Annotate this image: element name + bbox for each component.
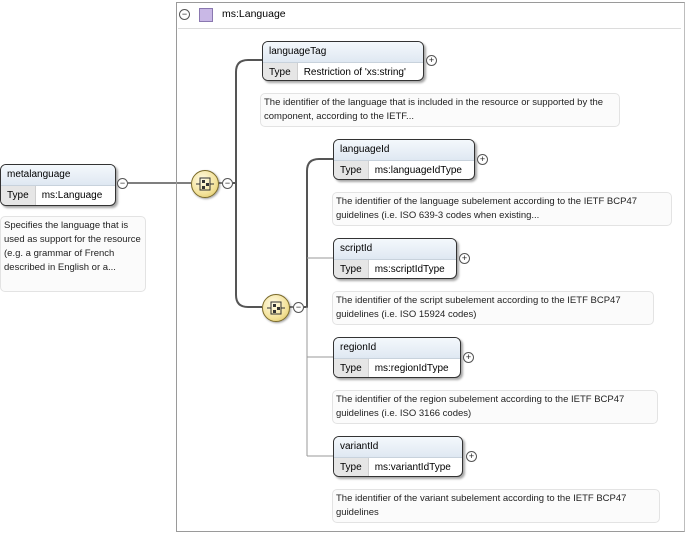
expand-regionId-plus-icon[interactable]: +: [463, 352, 474, 363]
collapse-root-minus-icon[interactable]: −: [117, 178, 128, 189]
type-value: ms:variantIdType: [374, 462, 451, 473]
expand-variantId-plus-icon[interactable]: +: [466, 451, 477, 462]
regionId-documentation: The identifier of the region subelement …: [332, 390, 658, 424]
element-name: languageId: [334, 140, 474, 161]
collapse-sequence-minus-icon[interactable]: −: [222, 178, 233, 189]
type-key: Type: [263, 63, 298, 80]
element-name: languageTag: [263, 42, 423, 63]
complex-type-label: ms:Language: [222, 8, 286, 20]
type-value: ms:scriptIdType: [374, 264, 445, 275]
element-languageTag[interactable]: languageTag Type Restriction of 'xs:stri…: [262, 41, 424, 81]
element-variantId[interactable]: variantId Type ms:variantIdType: [333, 436, 463, 477]
type-value: ms:regionIdType: [374, 363, 449, 374]
type-key: Type: [334, 359, 369, 377]
type-key: Type: [334, 161, 369, 179]
scriptId-documentation: The identifier of the script subelement …: [332, 291, 654, 325]
type-value: ms:languageIdType: [374, 165, 462, 176]
root-element-metalanguage[interactable]: metalanguage Type ms:Language: [0, 164, 116, 206]
variantId-documentation: The identifier of the variant subelement…: [332, 489, 660, 523]
element-scriptId[interactable]: scriptId Type ms:scriptIdType: [333, 238, 457, 279]
languageId-documentation: The identifier of the language subelemen…: [332, 192, 672, 226]
type-key: Type: [334, 458, 369, 476]
type-value: ms:Language: [41, 190, 103, 201]
type-key: Type: [1, 186, 36, 205]
type-value: Restriction of 'xs:string': [303, 67, 406, 78]
element-name: scriptId: [334, 239, 456, 260]
element-regionId[interactable]: regionId Type ms:regionIdType: [333, 337, 461, 378]
expand-languageTag-plus-icon[interactable]: +: [426, 55, 437, 66]
collapse-type-minus-icon[interactable]: −: [179, 9, 190, 20]
collapse-inner-sequence-minus-icon[interactable]: −: [293, 302, 304, 313]
sequence-compositor-icon[interactable]: [262, 294, 290, 322]
root-documentation: Specifies the language that is used as s…: [0, 216, 146, 292]
complex-type-icon: [199, 8, 213, 22]
expand-languageId-plus-icon[interactable]: +: [477, 154, 488, 165]
element-languageId[interactable]: languageId Type ms:languageIdType: [333, 139, 475, 180]
expand-scriptId-plus-icon[interactable]: +: [459, 253, 470, 264]
complex-type-inner-line: [178, 28, 681, 29]
element-name: metalanguage: [1, 165, 115, 186]
type-key: Type: [334, 260, 369, 278]
element-name: regionId: [334, 338, 460, 359]
sequence-compositor-icon[interactable]: [191, 170, 219, 198]
languageTag-documentation: The identifier of the language that is i…: [260, 93, 620, 127]
element-name: variantId: [334, 437, 462, 458]
